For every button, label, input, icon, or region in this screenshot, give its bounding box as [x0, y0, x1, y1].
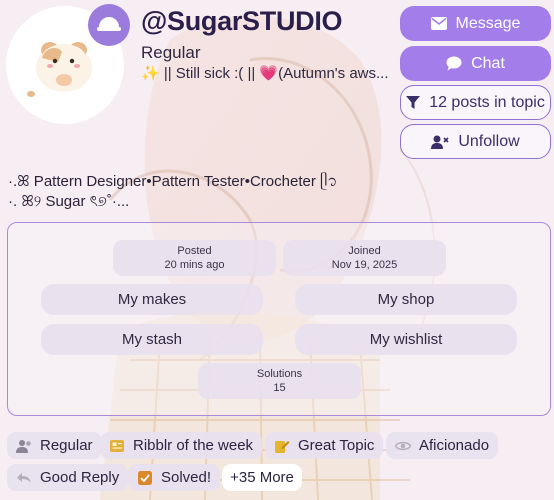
stat-solutions-value: 15 — [273, 382, 286, 394]
message-label: Message — [455, 14, 521, 32]
stat-joined: Joined Nov 19, 2025 — [283, 240, 446, 276]
profile-card: @SugarSTUDIO Regular ✨ || Still sick :( … — [0, 0, 554, 500]
my-shop-link[interactable]: My shop — [295, 284, 517, 315]
chat-button[interactable]: Chat — [400, 46, 551, 81]
badge-regular-label: Regular — [40, 437, 93, 454]
stat-joined-label: Joined — [348, 245, 381, 257]
chat-label: Chat — [471, 54, 505, 72]
badge-ribblr-label: Ribblr of the week — [133, 437, 254, 454]
badge-solved[interactable]: Solved! — [128, 464, 221, 491]
bio: ·.ꕤ Pattern Designer•Pattern Tester•Croc… — [8, 172, 337, 212]
badge-good-reply[interactable]: Good Reply — [7, 464, 129, 491]
badge-great-topic-label: Great Topic — [298, 437, 375, 454]
badge-ribblr-of-the-week[interactable]: Ribblr of the week — [100, 432, 263, 459]
user-flair — [88, 4, 130, 46]
pencil-note-icon — [274, 438, 290, 454]
newspaper-icon — [109, 438, 125, 454]
user-title: Regular — [141, 43, 201, 62]
badge-aficionado-label: Aficionado — [419, 437, 490, 454]
my-wishlist-link[interactable]: My wishlist — [295, 324, 517, 355]
badge-aficionado[interactable]: Aficionado — [386, 432, 499, 459]
unfollow-button[interactable]: Unfollow — [400, 124, 551, 159]
envelope-icon — [430, 17, 447, 30]
username: @SugarSTUDIO — [141, 6, 343, 36]
stat-posted-value: 20 mins ago — [164, 259, 225, 271]
my-makes-link[interactable]: My makes — [41, 284, 263, 315]
checkbox-icon — [137, 470, 153, 486]
badge-great-topic[interactable]: Great Topic — [265, 432, 384, 459]
reply-arrow-icon — [16, 470, 32, 486]
stat-joined-value: Nov 19, 2025 — [331, 259, 398, 271]
stat-solutions-label: Solutions — [256, 368, 303, 380]
more-badges-button[interactable]: +35 More — [222, 464, 302, 491]
filter-posts-button[interactable]: 12 posts in topic — [400, 85, 551, 120]
eye-icon — [395, 438, 411, 454]
filter-icon — [406, 95, 421, 109]
stats-panel: Posted 20 mins ago Joined Nov 19, 2025 M… — [7, 222, 551, 416]
badge-good-reply-label: Good Reply — [40, 469, 120, 486]
unfollow-label: Unfollow — [458, 132, 520, 150]
stat-posted-label: Posted — [177, 245, 212, 257]
chat-bubble-icon — [446, 56, 462, 71]
badge-solved-label: Solved! — [161, 469, 212, 486]
bio-line-1: ·.ꕤ Pattern Designer•Pattern Tester•Croc… — [8, 173, 338, 190]
bio-line-2: ·. ꕤ୨ Sugar ৎ୭˚·... — [8, 193, 130, 210]
user-status: ✨ || Still sick :( || 💗(Autumn's aws... — [141, 65, 389, 82]
message-button[interactable]: Message — [400, 6, 551, 41]
stat-posted: Posted 20 mins ago — [113, 240, 276, 276]
hat-icon — [97, 17, 121, 31]
stat-solutions: Solutions 15 — [198, 363, 361, 399]
my-stash-link[interactable]: My stash — [41, 324, 263, 355]
badge-regular[interactable]: Regular — [7, 432, 102, 459]
posts-in-topic-label: 12 posts in topic — [429, 93, 545, 111]
regular-icon — [16, 438, 32, 454]
user-remove-icon — [431, 135, 449, 149]
